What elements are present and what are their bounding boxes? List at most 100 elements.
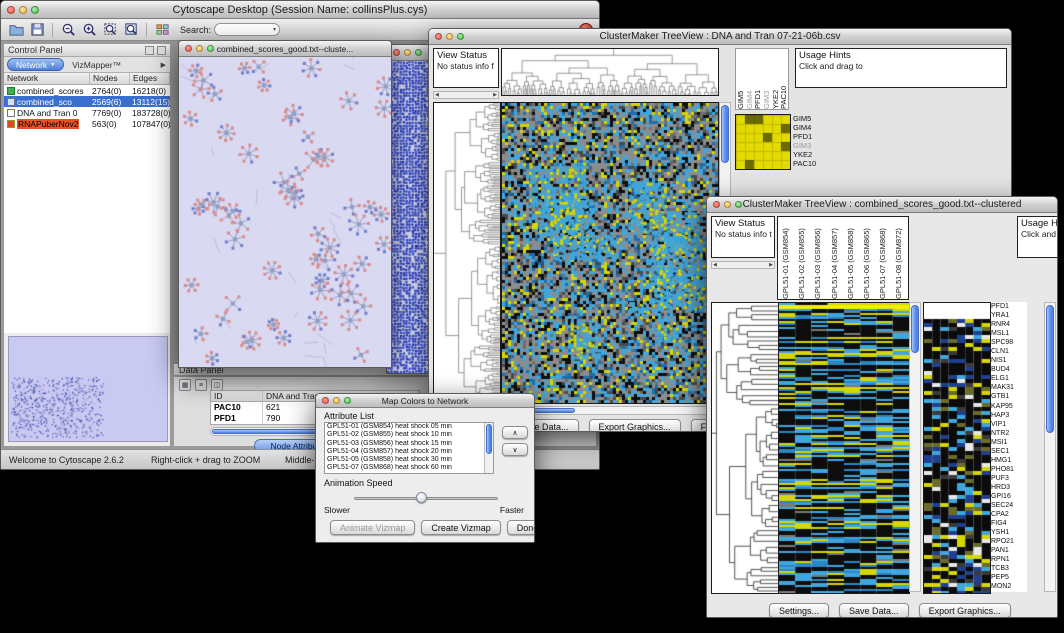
- gene-label[interactable]: YSH1: [991, 528, 1027, 537]
- gene-label[interactable]: PFD1: [793, 132, 833, 141]
- gene-label[interactable]: MAK31: [991, 383, 1027, 392]
- table-icon[interactable]: ▦: [179, 379, 191, 391]
- minimize-button[interactable]: [724, 201, 731, 208]
- network-overview-canvas[interactable]: [9, 337, 167, 441]
- list-item[interactable]: GPL51-01 (GSM854) heat shock 05 min: [325, 423, 493, 431]
- save-data-button[interactable]: Save Data...: [839, 603, 909, 618]
- list-item[interactable]: GPL51-07 (GSM868) heat shock 60 min: [325, 464, 493, 472]
- heatmap-canvas[interactable]: [501, 102, 719, 404]
- column-dendrogram-canvas[interactable]: [501, 48, 719, 96]
- network-table-row[interactable]: DNA and Tran 07769(0)183728(0): [4, 107, 170, 118]
- gene-label[interactable]: NTR2: [991, 429, 1027, 438]
- zoom-heatmap-canvas[interactable]: [735, 114, 791, 170]
- gene-label[interactable]: GIM5: [793, 114, 833, 123]
- export-graphics-button[interactable]: Export Graphics...: [919, 603, 1011, 618]
- row-dendrogram-canvas[interactable]: [433, 102, 501, 404]
- gene-label[interactable]: HAP3: [991, 411, 1027, 420]
- gene-label[interactable]: CPA2: [991, 510, 1027, 519]
- scroll-right-icon[interactable]: ▶: [769, 262, 773, 268]
- scrollbar-thumb[interactable]: [721, 105, 729, 163]
- column-header-nodes[interactable]: Nodes: [90, 73, 130, 84]
- zoom-selected-icon[interactable]: [122, 21, 140, 39]
- animation-speed-slider[interactable]: [354, 492, 498, 504]
- list-item[interactable]: GPL51-05 (GSM858) heat shock 30 min: [325, 456, 493, 464]
- gene-label[interactable]: MSL1: [991, 329, 1027, 338]
- gene-label[interactable]: PAC10: [793, 159, 833, 168]
- gene-label[interactable]: TCB3: [991, 564, 1027, 573]
- network-view[interactable]: [179, 57, 391, 367]
- vertical-scrollbar[interactable]: [909, 302, 921, 592]
- zoom-out-icon[interactable]: [59, 21, 77, 39]
- row-dendrogram-canvas[interactable]: [711, 302, 779, 594]
- zoom-in-icon[interactable]: [80, 21, 98, 39]
- dense-network-canvas[interactable]: [387, 61, 431, 373]
- gene-label[interactable]: MSI1: [991, 438, 1027, 447]
- move-down-button[interactable]: ∨: [502, 443, 528, 456]
- gene-label[interactable]: RNR4: [991, 320, 1027, 329]
- window-titlebar[interactable]: [387, 45, 431, 61]
- window-titlebar[interactable]: ClusterMaker TreeView : combined_scores_…: [707, 197, 1057, 213]
- zoom-button[interactable]: [207, 45, 214, 52]
- tab-vizmapper[interactable]: VizMapper™: [72, 60, 121, 70]
- settings-button[interactable]: Settings...: [769, 603, 829, 618]
- save-icon[interactable]: [28, 21, 46, 39]
- scroll-left-icon[interactable]: ◀: [435, 92, 439, 98]
- open-file-icon[interactable]: [7, 21, 25, 39]
- list-item[interactable]: GPL51-04 (GSM857) heat shock 20 min: [325, 448, 493, 456]
- list-item[interactable]: GPL51-03 (GSM856) heat shock 15 min: [325, 440, 493, 448]
- list-scrollbar[interactable]: [484, 423, 493, 473]
- move-up-button[interactable]: ∧: [502, 426, 528, 439]
- dialog-titlebar[interactable]: Map Colors to Network: [316, 394, 534, 408]
- search-input[interactable]: ▾: [214, 23, 280, 36]
- minimize-button[interactable]: [19, 6, 27, 14]
- scrollbar-thumb[interactable]: [1046, 305, 1054, 433]
- zoom-fit-icon[interactable]: [101, 21, 119, 39]
- window-titlebar[interactable]: ClusterMaker TreeView : DNA and Tran 07-…: [429, 29, 1011, 45]
- minimize-button[interactable]: [196, 45, 203, 52]
- network-table-row[interactable]: combined_scores2764(0)16218(0): [4, 85, 170, 96]
- gene-label[interactable]: PFD1: [991, 302, 1027, 311]
- tab-network[interactable]: Network▼: [7, 58, 64, 71]
- heatmap-canvas[interactable]: [778, 302, 910, 594]
- gene-label[interactable]: PHO81: [991, 465, 1027, 474]
- gene-label[interactable]: GIM4: [793, 123, 833, 132]
- mini-scrollbar[interactable]: ◀▶: [711, 261, 775, 269]
- gene-label[interactable]: MON2: [991, 582, 1027, 591]
- list-item[interactable]: GPL51-02 (GSM855) heat shock 10 min: [325, 431, 493, 439]
- gene-label[interactable]: PAN1: [991, 546, 1027, 555]
- network-table-row[interactable]: RNAPuberNov2563(0)107847(0): [4, 118, 170, 129]
- gene-label[interactable]: SEC24: [991, 501, 1027, 510]
- zoom-button[interactable]: [344, 397, 351, 404]
- annotation-icon[interactable]: [153, 21, 171, 39]
- scroll-right-icon[interactable]: ▶: [493, 92, 497, 98]
- main-titlebar[interactable]: Cytoscape Desktop (Session Name: collins…: [1, 1, 599, 19]
- export-graphics-button[interactable]: Export Graphics...: [589, 419, 681, 432]
- network-graph-canvas[interactable]: [179, 57, 391, 367]
- gene-label[interactable]: YRA1: [991, 311, 1027, 320]
- network-overview-pane[interactable]: [8, 336, 168, 442]
- slider-thumb[interactable]: [416, 492, 427, 503]
- gene-list-scrollbar[interactable]: [1044, 302, 1056, 592]
- gene-label[interactable]: PEP5: [991, 573, 1027, 582]
- scrollbar-thumb[interactable]: [911, 305, 919, 353]
- scrollbar-thumb[interactable]: [486, 424, 492, 454]
- attribute-listbox[interactable]: GPL51-01 (GSM854) heat shock 05 minGPL51…: [324, 422, 494, 474]
- column-header-id[interactable]: ID: [211, 391, 263, 401]
- network-table-row[interactable]: combined_sco2569(6)13112(15): [4, 96, 170, 107]
- mini-scrollbar[interactable]: ◀▶: [433, 91, 499, 99]
- tab-overflow-icon[interactable]: ▶: [161, 61, 166, 69]
- zoom-heatmap-canvas[interactable]: [923, 302, 991, 594]
- close-panel-icon[interactable]: [157, 46, 166, 55]
- zoom-button[interactable]: [31, 6, 39, 14]
- done-button[interactable]: Done: [507, 520, 535, 535]
- gene-label[interactable]: GTB1: [991, 392, 1027, 401]
- minimize-button[interactable]: [333, 397, 340, 404]
- network-view[interactable]: [387, 61, 431, 373]
- create-vizmap-button[interactable]: Create Vizmap: [421, 520, 500, 535]
- gene-label[interactable]: CLN1: [991, 347, 1027, 356]
- close-button[interactable]: [713, 201, 720, 208]
- close-button[interactable]: [185, 45, 192, 52]
- gene-label[interactable]: HMG1: [991, 456, 1027, 465]
- close-button[interactable]: [7, 6, 15, 14]
- float-panel-icon[interactable]: [145, 46, 154, 55]
